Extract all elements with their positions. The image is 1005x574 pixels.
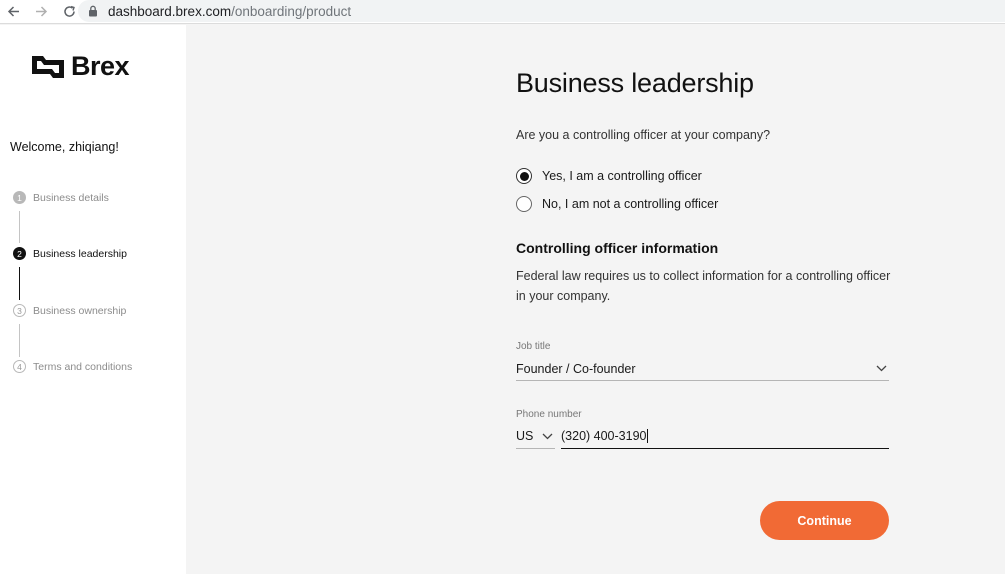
step-number: 1 (13, 191, 26, 204)
step-label: Business leadership (33, 247, 127, 260)
brex-logo-icon (32, 55, 64, 78)
section-description: Federal law requires us to collect infor… (516, 269, 891, 303)
radio-option-yes[interactable]: Yes, I am a controlling officer (516, 168, 702, 184)
step-number: 3 (13, 304, 26, 317)
url-host: dashboard.brex.com (108, 3, 232, 19)
logo-text: Brex (71, 51, 130, 81)
text-cursor (647, 429, 649, 443)
phone-number-label: Phone number (516, 409, 582, 420)
step-business-details[interactable]: 1 Business details (13, 191, 109, 204)
country-code-select[interactable]: US (516, 424, 555, 449)
step-connector (19, 211, 20, 243)
section-title: Controlling officer information (516, 240, 719, 256)
back-icon[interactable] (2, 1, 24, 23)
job-title-select[interactable]: Founder / Co-founder (516, 357, 889, 381)
radio-selected-icon[interactable] (516, 168, 532, 184)
welcome-text: Welcome, zhiqiang! (10, 140, 119, 154)
step-label: Business ownership (33, 304, 127, 317)
step-business-leadership[interactable]: 2 Business leadership (13, 247, 127, 260)
radio-label: No, I am not a controlling officer (542, 197, 719, 211)
brex-logo[interactable]: Brex (31, 51, 130, 82)
phone-number-input[interactable]: (320) 400-3190 (561, 424, 889, 449)
phone-number-value: (320) 400-3190 (561, 429, 647, 443)
step-number: 4 (13, 360, 26, 373)
step-terms-and-conditions[interactable]: 4 Terms and conditions (13, 360, 132, 373)
browser-toolbar: dashboard.brex.com/onboarding/product (0, 0, 1005, 24)
address-bar[interactable]: dashboard.brex.com/onboarding/product (78, 0, 1005, 22)
country-code-value: US (516, 429, 534, 443)
job-title-label: Job title (516, 341, 551, 352)
lock-icon (88, 4, 100, 18)
step-number: 2 (13, 247, 26, 260)
step-connector (19, 324, 20, 357)
forward-icon[interactable] (30, 1, 52, 23)
sidebar: Brex Welcome, zhiqiang! 1 Business detai… (0, 25, 186, 574)
page-title: Business leadership (516, 68, 754, 98)
radio-option-no[interactable]: No, I am not a controlling officer (516, 196, 718, 212)
step-business-ownership[interactable]: 3 Business ownership (13, 304, 126, 317)
step-connector (19, 267, 20, 300)
job-title-value: Founder / Co-founder (516, 361, 636, 376)
reload-icon[interactable] (58, 1, 80, 23)
chevron-down-icon (875, 365, 887, 373)
radio-unselected-icon[interactable] (516, 196, 532, 212)
main-content: Business leadership Are you a controllin… (186, 25, 1005, 574)
url-path: /onboarding/product (231, 3, 352, 19)
radio-label: Yes, I am a controlling officer (542, 169, 702, 183)
officer-question: Are you a controlling officer at your co… (516, 128, 771, 142)
step-label: Terms and conditions (33, 360, 133, 373)
continue-button[interactable]: Continue (760, 501, 889, 540)
chevron-down-icon (541, 432, 553, 440)
step-label: Business details (33, 191, 109, 204)
